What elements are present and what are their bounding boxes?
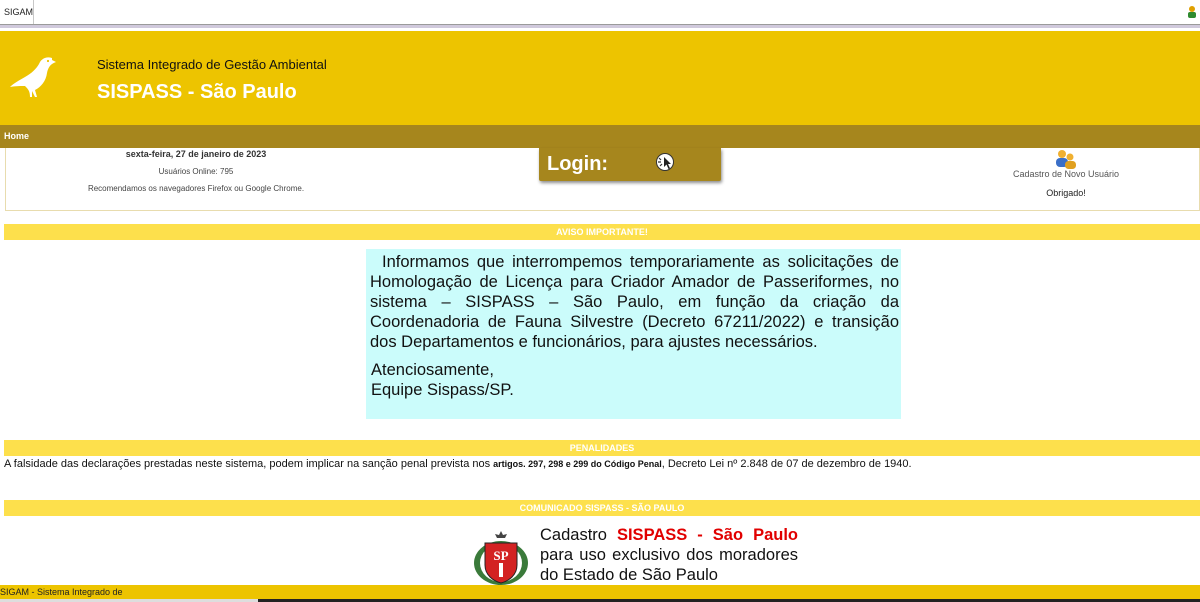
- header-subtitle: Sistema Integrado de Gestão Ambiental: [97, 57, 327, 72]
- penalidades-articles: artigos. 297, 298 e 299 do Código Penal: [493, 459, 662, 469]
- status-text: SIGAM - Sistema Integrado de: [0, 587, 123, 597]
- tray-user-icon[interactable]: [1186, 5, 1198, 19]
- browser-top-bar: SIGAM: [0, 0, 1200, 25]
- comunicado-sispass: SISPASS - São Paulo: [616, 526, 798, 544]
- comunicado-heading: COMUNICADO SISPASS - SÃO PAULO: [4, 500, 1200, 516]
- header-title: SISPASS - São Paulo: [97, 81, 297, 103]
- click-cursor-icon: [656, 153, 674, 171]
- comunicado-text: Cadastro SISPASS - São Paulo para uso ex…: [540, 525, 798, 585]
- comunicado-text-1: Cadastro: [540, 526, 617, 544]
- current-date: sexta-feira, 27 de janeiro de 2023: [125, 149, 267, 159]
- aviso-signature: Atenciosamente, Equipe Sispass/SP.: [370, 360, 899, 400]
- penalidades-text: A falsidade das declarações prestadas ne…: [4, 458, 1200, 470]
- new-user-panel: Cadastro de Novo Usuário Obrigado!: [1000, 148, 1132, 198]
- comunicado-text-2: para uso exclusivo dos moradores do Esta…: [540, 546, 798, 584]
- aviso-heading: AVISO IMPORTANTE!: [4, 224, 1200, 240]
- sao-paulo-coat-of-arms-icon: SP: [474, 531, 528, 585]
- thanks-text: Obrigado!: [1046, 188, 1086, 198]
- penalidades-heading: PENALIDADES: [4, 440, 1200, 456]
- new-user-link[interactable]: Cadastro de Novo Usuário: [1000, 169, 1132, 179]
- browser-tab[interactable]: SIGAM: [0, 0, 34, 24]
- online-users: Usuários Online: 795: [158, 167, 234, 176]
- svg-text:SP: SP: [493, 548, 508, 563]
- browser-recommendation: Recomendamos os navegadores Firefox ou G…: [87, 184, 305, 193]
- aviso-sign-2: Equipe Sispass/SP.: [371, 381, 514, 399]
- browser-status-bar: SIGAM - Sistema Integrado de: [0, 585, 1200, 602]
- nav-home-link[interactable]: Home: [4, 125, 29, 148]
- canary-bird-icon: [10, 57, 56, 97]
- penalidades-text-2: , Decreto Lei nº 2.848 de 07 de dezembro…: [661, 458, 912, 470]
- penalidades-text-1: A falsidade das declarações prestadas ne…: [4, 458, 494, 470]
- aviso-sign-1: Atenciosamente,: [371, 361, 494, 379]
- top-divider: [0, 25, 1200, 28]
- users-icon[interactable]: [1054, 148, 1078, 170]
- main-nav: Home: [0, 125, 1200, 148]
- login-button[interactable]: Login:: [539, 148, 721, 181]
- login-label: Login:: [547, 153, 609, 175]
- site-header: Sistema Integrado de Gestão Ambiental SI…: [0, 31, 1200, 125]
- aviso-notice: Informamos que interrompemos temporariam…: [366, 249, 901, 419]
- aviso-body: Informamos que interrompemos temporariam…: [370, 253, 899, 351]
